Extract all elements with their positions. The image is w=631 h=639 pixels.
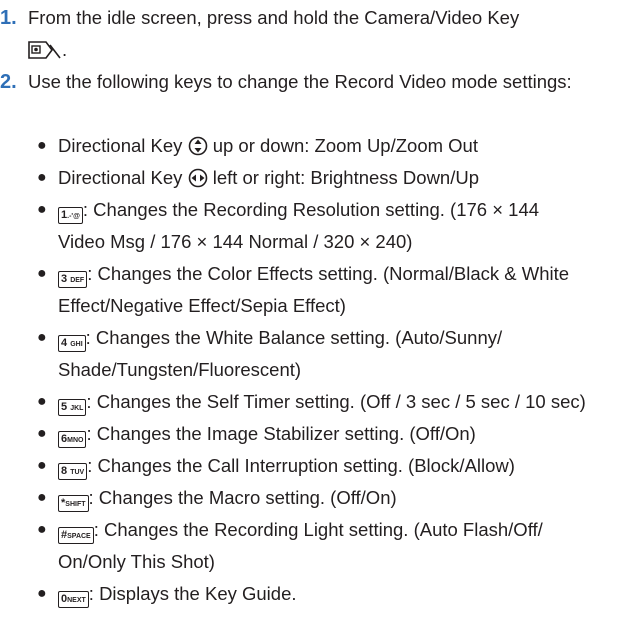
step-number: 1. [0, 7, 17, 29]
instructions-page: 1. From the idle screen, press and hold … [0, 0, 631, 639]
list-item: ● *SHIFT: Changes the Macro setting. (Of… [0, 482, 631, 514]
bullet-list: ● Directional Key up or down: Zoom Up/Zo… [0, 130, 631, 610]
list-item: ● 3 DEF: Changes the Color Effects setti… [37, 263, 570, 316]
list-item: ● Directional Key left or right: Brightn… [37, 167, 480, 188]
list-item: ● 5 JKL: Changes the Self Timer setting.… [0, 386, 608, 418]
step-1: 1. From the idle screen, press and hold … [0, 2, 631, 66]
list-item: ● #SPACE: Changes the Recording Light se… [37, 519, 543, 572]
step-text: Use the following keys to change the Rec… [28, 71, 572, 92]
list-item: ● 6MNO: Changes the Image Stabilizer set… [0, 418, 631, 450]
step-2: 2. Use the following keys to change the … [0, 66, 631, 98]
key-0-icon: 0NEXT [58, 591, 89, 608]
list-item: ● 4 GHI: Changes the White Balance setti… [37, 327, 503, 380]
key-5-icon: 5 JKL [58, 399, 87, 416]
key-pound-icon: #SPACE [58, 527, 94, 544]
list-item: ● 1.-'@: Changes the Recording Resolutio… [37, 199, 540, 252]
list-item: ● Directional Key up or down: Zoom Up/Zo… [37, 135, 478, 156]
step-text-end: . [62, 39, 68, 60]
key-8-icon: 8 TUV [58, 463, 88, 480]
list-item: ● 8 TUV: Changes the Call Interruption s… [0, 450, 631, 482]
nav-left-right-icon [188, 168, 207, 188]
nav-up-down-icon [188, 136, 207, 156]
key-4-icon: 4 GHI [58, 335, 86, 352]
camera-video-key-icon [28, 41, 61, 59]
key-star-icon: *SHIFT [58, 495, 89, 512]
step-number: 2. [0, 71, 17, 93]
key-3-icon: 3 DEF [58, 271, 88, 288]
step-text: From the idle screen, press and hold the… [28, 7, 520, 28]
list-item: ● 0NEXT: Displays the Key Guide. [0, 578, 631, 610]
key-6-icon: 6MNO [58, 431, 87, 448]
key-1-icon: 1.-'@ [58, 207, 83, 224]
